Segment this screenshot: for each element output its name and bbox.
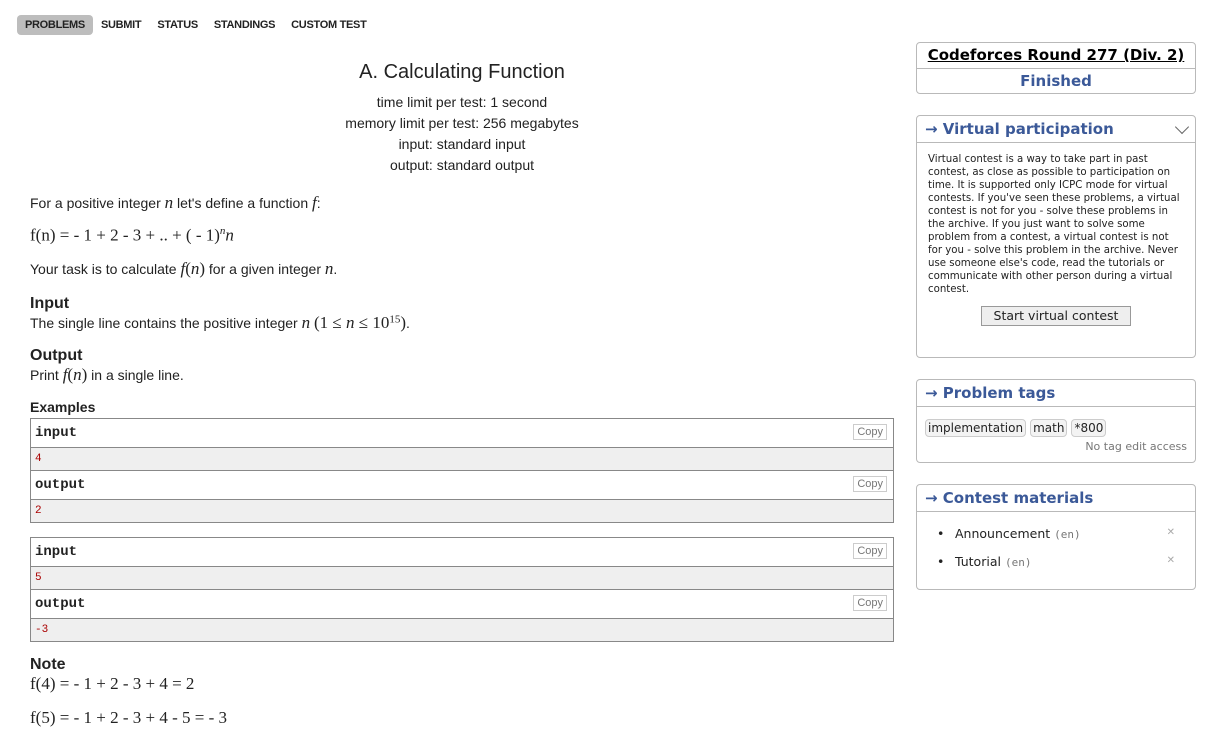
close-icon[interactable]: ✕ <box>1167 527 1175 538</box>
examples-title: Examples <box>30 399 96 416</box>
input-title: Input <box>30 295 70 313</box>
bullet-icon: • <box>937 554 945 569</box>
problem-tags-box: → Problem tags implementation math *800 … <box>916 379 1196 463</box>
sample-output-value: -3 <box>31 619 893 642</box>
contest-materials-box: → Contest materials • Announcement (en) … <box>916 484 1196 590</box>
nav-custom-test[interactable]: CUSTOM TEST <box>283 15 374 35</box>
virtual-description: Virtual contest is a way to take part in… <box>928 154 1180 295</box>
formula: f(n) = - 1 + 2 - 3 + .. + ( - 1)nn <box>30 225 234 245</box>
output-title: Output <box>30 347 83 365</box>
contest-status: Finished <box>1020 72 1092 90</box>
input-section: Input The single line contains the posit… <box>30 295 894 333</box>
nav-submit[interactable]: SUBMIT <box>93 15 149 35</box>
statement-line-1: For a positive integer n let's define a … <box>30 193 321 212</box>
tag-math[interactable]: math <box>1030 419 1068 437</box>
close-icon[interactable]: ✕ <box>1167 555 1175 566</box>
chevron-down-icon[interactable] <box>1174 119 1190 135</box>
sample-output-label: output <box>35 596 86 613</box>
problem-statement: A. Calculating Function time limit per t… <box>30 55 894 728</box>
task-line: Your task is to calculate f(n) for a giv… <box>30 259 338 279</box>
sample-input-header: input Copy <box>31 538 893 568</box>
contest-box: Codeforces Round 277 (Div. 2) Finished <box>916 42 1196 94</box>
virtual-participation-box: → Virtual participation Virtual contest … <box>916 115 1196 358</box>
problem-tags-header: → Problem tags <box>917 380 1195 407</box>
sample-input-label: input <box>35 425 78 442</box>
tag-list: implementation math *800 <box>917 407 1195 437</box>
virtual-participation-title: → Virtual participation <box>925 120 1114 138</box>
nav-standings[interactable]: STANDINGS <box>206 15 283 35</box>
note-line-2: f(5) = - 1 + 2 - 3 + 4 - 5 = - 3 <box>30 708 227 728</box>
output-section: Output Print f(n) in a single line. <box>30 347 894 385</box>
copy-button[interactable]: Copy <box>853 424 887 441</box>
output-text: Print f(n) in a single line. <box>30 365 184 385</box>
sample-output-header: output Copy <box>31 590 893 620</box>
sample-output-label: output <box>35 477 86 494</box>
problem-title: A. Calculating Function <box>359 61 565 83</box>
problem-nav: PROBLEMS SUBMIT STATUS STANDINGS CUSTOM … <box>17 15 375 35</box>
sample-input-label: input <box>35 544 78 561</box>
sample-input-value: 5 <box>31 567 893 591</box>
sample-output-header: output Copy <box>31 471 893 501</box>
start-virtual-contest-button[interactable]: Start virtual contest <box>981 306 1131 326</box>
sample-output-value: 2 <box>31 500 893 523</box>
tutorial-link[interactable]: Tutorial (en) <box>955 554 1031 569</box>
note-title: Note <box>30 656 66 674</box>
input-spec: input: standard input <box>398 136 526 152</box>
tag-difficulty[interactable]: *800 <box>1071 419 1107 437</box>
memory-limit: memory limit per test: 256 megabytes <box>345 115 579 131</box>
note-line-1: f(4) = - 1 + 2 - 3 + 4 = 2 <box>30 674 195 694</box>
time-limit: time limit per test: 1 second <box>376 94 548 110</box>
problem-tags-title: → Problem tags <box>925 384 1056 402</box>
contest-materials-title: → Contest materials <box>925 489 1094 507</box>
sample-input-header: input Copy <box>31 419 893 449</box>
input-text: The single line contains the positive in… <box>30 313 410 333</box>
output-spec: output: standard output <box>390 157 534 173</box>
bullet-icon: • <box>937 526 945 541</box>
sample-test-1: input Copy 4 output Copy 2 <box>30 418 894 524</box>
contest-name-link[interactable]: Codeforces Round 277 (Div. 2) <box>917 43 1195 69</box>
nav-problems[interactable]: PROBLEMS <box>17 15 93 35</box>
announcement-link[interactable]: Announcement (en) <box>955 526 1081 541</box>
sample-test-2: input Copy 5 output Copy -3 <box>30 537 894 643</box>
list-item: • Tutorial (en) ✕ <box>937 554 1175 582</box>
note-section: Note f(4) = - 1 + 2 - 3 + 4 = 2 f(5) = -… <box>30 656 894 728</box>
problem-limits: time limit per test: 1 second memory lim… <box>30 92 894 176</box>
sample-input-value: 4 <box>31 448 893 472</box>
nav-status[interactable]: STATUS <box>149 15 206 35</box>
copy-button[interactable]: Copy <box>853 595 887 612</box>
tag-implementation[interactable]: implementation <box>925 419 1027 437</box>
contest-materials-header: → Contest materials <box>917 485 1195 512</box>
copy-button[interactable]: Copy <box>853 476 887 493</box>
list-item: • Announcement (en) ✕ <box>937 526 1175 554</box>
copy-button[interactable]: Copy <box>853 543 887 560</box>
no-tag-edit-access: No tag edit access <box>1085 440 1187 453</box>
virtual-participation-header[interactable]: → Virtual participation <box>917 116 1195 143</box>
materials-list: • Announcement (en) ✕ • Tutorial (en) ✕ <box>917 512 1195 582</box>
